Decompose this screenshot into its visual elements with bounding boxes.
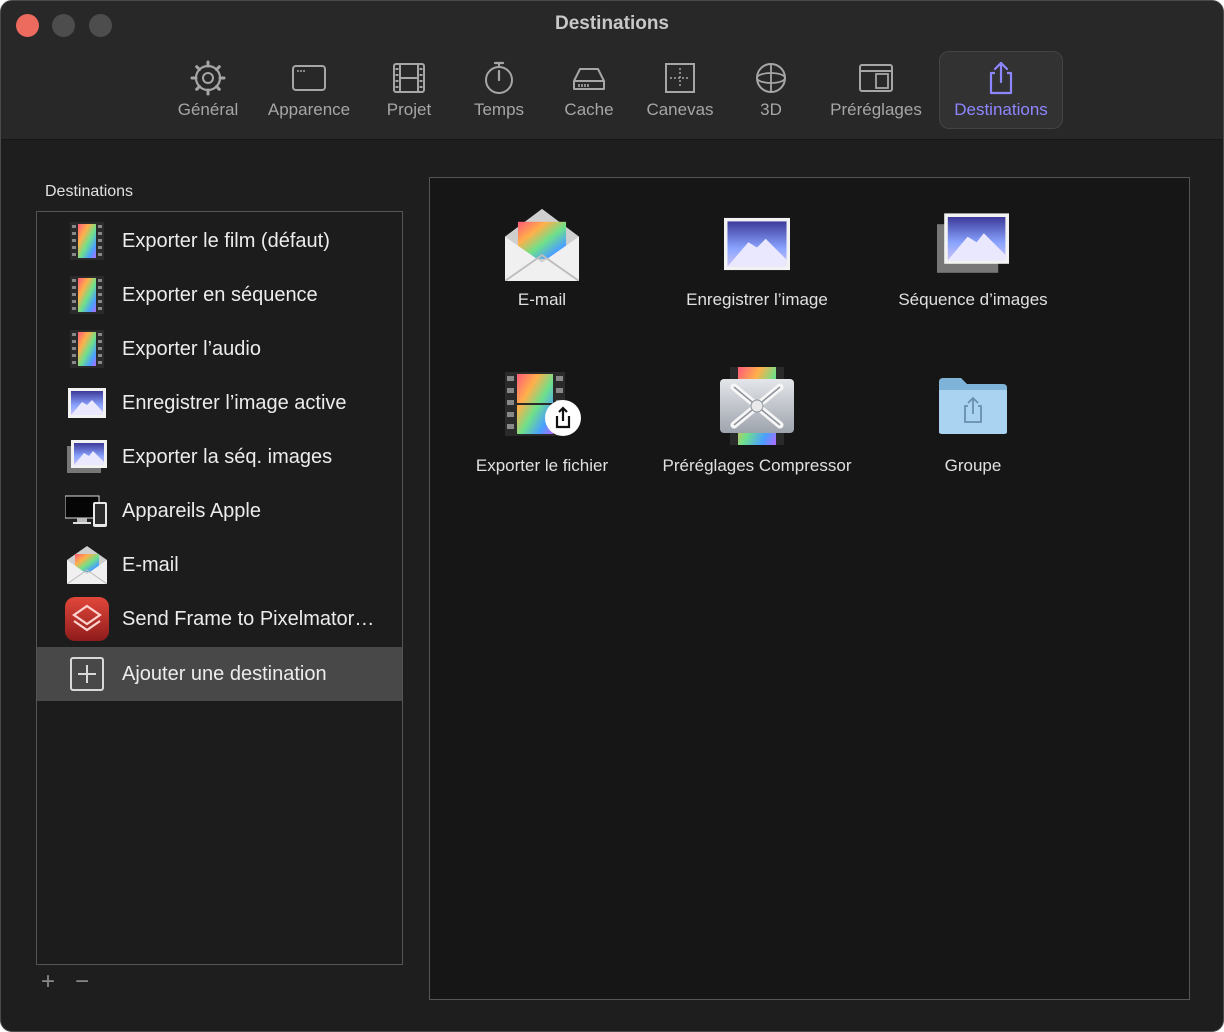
mountain-image-icon: [715, 202, 799, 286]
stopwatch-icon: [485, 61, 513, 94]
tab-destinations-label: Destinations: [954, 100, 1048, 119]
destination-templates-panel: E-mail Enregistrer l’image Séquence d’im…: [429, 177, 1190, 1000]
list-item-label: Enregistrer l’image active: [122, 391, 347, 414]
tab-appearance[interactable]: Apparence: [259, 52, 359, 128]
tile-save-image[interactable]: Enregistrer l’image: [649, 202, 865, 342]
tab-project-label: Projet: [386, 100, 432, 119]
image-stack-icon: [65, 437, 109, 477]
share-icon: [989, 61, 1013, 95]
title-bar: Destinations Général Apparence Projet Te…: [1, 1, 1223, 140]
film-strip-icon: [65, 329, 109, 369]
tab-destinations[interactable]: Destinations: [939, 51, 1063, 129]
tab-time-label: Temps: [473, 100, 525, 119]
film-icon: [393, 63, 425, 93]
list-item-label: Exporter en séquence: [122, 283, 318, 306]
tab-3d[interactable]: 3D: [741, 52, 801, 128]
tab-3d-label: 3D: [760, 100, 782, 119]
tab-general[interactable]: Général: [169, 52, 247, 128]
film-strip-icon: [65, 221, 109, 261]
pixelmator-icon: [65, 597, 109, 641]
list-item-label: Exporter la séq. images: [122, 445, 333, 468]
tile-group[interactable]: Groupe: [865, 364, 1081, 504]
list-item-export-movie[interactable]: Exporter le film (défaut): [37, 214, 402, 268]
plus-square-icon: [65, 654, 109, 694]
drive-icon: [573, 68, 605, 90]
tab-cache-label: Cache: [564, 100, 614, 119]
list-item-apple-devices[interactable]: Appareils Apple: [37, 484, 402, 538]
list-item-email[interactable]: E-mail: [37, 538, 402, 592]
tab-presets-label: Préréglages: [830, 100, 922, 119]
list-item-add-destination[interactable]: Ajouter une destination: [37, 647, 402, 701]
tab-canvas-label: Canevas: [646, 100, 714, 119]
tile-email[interactable]: E-mail: [434, 202, 650, 342]
tab-general-label: Général: [177, 100, 239, 119]
tab-project[interactable]: Projet: [375, 52, 443, 128]
gear-icon: [190, 60, 226, 96]
list-item-label: E-mail: [122, 553, 179, 576]
list-item-label: Ajouter une destination: [122, 662, 327, 685]
apple-devices-icon: [65, 491, 109, 531]
folder-share-icon: [931, 364, 1015, 448]
list-item-label: Send Frame to Pixelmator…: [122, 607, 375, 630]
presets-icon: [859, 64, 893, 92]
list-item-label: Exporter le film (défaut): [122, 229, 330, 252]
list-item-save-frame[interactable]: Enregistrer l’image active: [37, 376, 402, 430]
tab-canvas[interactable]: Canevas: [639, 52, 721, 128]
window-icon: [292, 65, 326, 91]
add-destination-button[interactable]: +: [41, 970, 55, 994]
film-strip-icon: [65, 275, 109, 315]
sidebar-title: Destinations: [45, 183, 134, 200]
tile-label: E-mail: [517, 290, 567, 309]
image-stack-icon: [931, 202, 1015, 286]
tile-label: Exporter le fichier: [475, 456, 609, 475]
tile-label: Séquence d’images: [898, 290, 1048, 309]
remove-destination-button[interactable]: −: [75, 970, 89, 994]
canvas-icon: [665, 63, 695, 93]
window-title: Destinations: [554, 13, 670, 34]
tab-time[interactable]: Temps: [463, 52, 535, 128]
tile-image-sequence[interactable]: Séquence d’images: [865, 202, 1081, 342]
film-share-icon: [500, 364, 584, 448]
envelope-icon: [65, 545, 109, 585]
tile-label: Enregistrer l’image: [686, 290, 828, 309]
sphere-icon: [756, 63, 786, 93]
envelope-icon: [500, 202, 584, 286]
tile-export-file[interactable]: Exporter le fichier: [434, 364, 650, 504]
tab-appearance-label: Apparence: [267, 100, 351, 119]
list-item-export-audio[interactable]: Exporter l’audio: [37, 322, 402, 376]
list-item-label: Exporter l’audio: [122, 337, 261, 360]
list-item-label: Appareils Apple: [122, 499, 261, 522]
list-item-export-sequence[interactable]: Exporter en séquence: [37, 268, 402, 322]
tile-compressor-presets[interactable]: Préréglages Compressor: [649, 364, 865, 504]
preferences-window: Destinations Général Apparence Projet Te…: [0, 0, 1224, 1032]
list-item-pixelmator[interactable]: Send Frame to Pixelmator…: [37, 592, 402, 646]
tab-presets[interactable]: Préréglages: [821, 52, 931, 128]
list-item-export-image-sequence[interactable]: Exporter la séq. images: [37, 430, 402, 484]
mountain-image-icon: [65, 383, 109, 423]
compressor-icon: [715, 364, 799, 448]
tile-label: Préréglages Compressor: [662, 456, 852, 475]
tab-cache[interactable]: Cache: [555, 52, 623, 128]
tile-label: Groupe: [944, 456, 1002, 475]
destinations-list[interactable]: Exporter le film (défaut) Exporter en sé…: [36, 211, 403, 965]
